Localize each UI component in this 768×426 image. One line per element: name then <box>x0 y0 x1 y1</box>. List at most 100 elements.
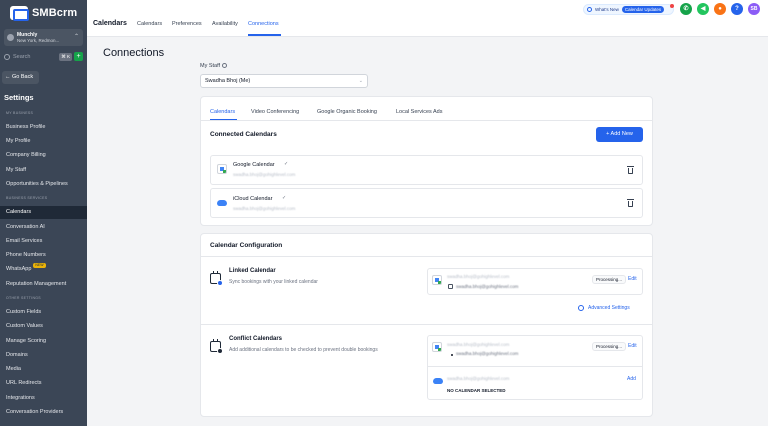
sidebar-item-whatsapp[interactable]: WhatsAppNEW <box>0 263 87 276</box>
connected-calendar-row: Google Calendar ✓ swadha.bhoj@gohighleve… <box>210 155 643 185</box>
tab-video-conferencing[interactable]: Video Conferencing <box>251 109 299 115</box>
brand-logo[interactable]: SMBcrm <box>10 6 78 21</box>
help-button[interactable]: ? <box>731 3 743 15</box>
page-section-title: Calendars <box>93 20 127 27</box>
edit-conflict-button[interactable]: Edit <box>628 343 637 349</box>
tab-connections[interactable]: Connections <box>248 21 279 27</box>
calendar-email: swadha.bhoj@gohighlevel.com <box>233 206 296 211</box>
whats-new-label: What's New <box>595 7 619 12</box>
sidebar-item-conversation-providers[interactable]: Conversation Providers <box>0 406 87 419</box>
logo-icon <box>10 6 29 21</box>
new-badge: NEW <box>33 263 46 268</box>
sidebar-item-integrations[interactable]: Integrations <box>0 392 87 405</box>
edit-linked-button[interactable]: Edit <box>628 276 637 282</box>
sidebar-item-my-profile[interactable]: My Profile <box>0 135 87 148</box>
phone-button[interactable]: ✆ <box>680 3 692 15</box>
sidebar-search[interactable]: Search ⌘ K + <box>2 51 83 62</box>
calendar-name: iCloud Calendar <box>233 196 273 202</box>
linked-calendar-title: Linked Calendar <box>229 268 276 274</box>
tab-calendars-sub[interactable]: Calendars <box>210 109 235 115</box>
check-icon: ✓ <box>282 195 287 201</box>
sidebar-item-media[interactable]: Media <box>0 363 87 376</box>
trash-icon[interactable] <box>627 199 634 207</box>
staff-select[interactable]: Swadha Bhoj (Me) ⌄ <box>200 74 368 88</box>
sidebar-item-manage-scoring[interactable]: Manage Scoring <box>0 335 87 348</box>
sidebar-item-company-billing[interactable]: Company Billing <box>0 149 87 162</box>
calendar-icon <box>448 284 453 289</box>
search-placeholder: Search <box>13 53 31 60</box>
gear-icon <box>578 305 584 311</box>
location-address: New York, Redmon... <box>17 37 60 43</box>
processing-status: Processing... <box>592 342 627 351</box>
add-conflict-button[interactable]: Add <box>627 376 636 382</box>
conflict-calendar-email: swadha.bhoj@gohighlevel.com <box>456 351 519 356</box>
settings-title: Settings <box>4 93 34 102</box>
tab-availability[interactable]: Availability <box>212 21 238 27</box>
chevron-down-icon: ⌄ <box>358 78 363 84</box>
add-new-button[interactable]: + Add New <box>596 127 643 142</box>
notifications-button[interactable]: ● <box>714 3 726 15</box>
sidebar-item-my-staff[interactable]: My Staff <box>0 164 87 177</box>
sidebar-item-email-services[interactable]: Email Services <box>0 235 87 248</box>
active-subtab-indicator <box>210 119 237 120</box>
megaphone-button[interactable]: ◀ <box>697 3 709 15</box>
search-icon <box>4 53 10 60</box>
tab-preferences[interactable]: Preferences <box>172 21 202 27</box>
whats-new-pill[interactable]: What's New Calendar Updates <box>583 4 674 15</box>
icloud-account: swadha.bhoj@gohighlevel.com <box>447 376 510 381</box>
section-business-services: BUSINESS SERVICES <box>6 196 48 200</box>
megaphone-icon <box>587 7 592 12</box>
advanced-settings-link[interactable]: Advanced Settings <box>588 305 630 311</box>
divider <box>428 366 642 367</box>
quick-add-button[interactable]: + <box>74 52 83 61</box>
bullet <box>451 354 453 356</box>
linked-calendar-box: swadha.bhoj@gohighlevel.com swadha.bhoj@… <box>427 268 643 295</box>
notification-dot <box>670 4 674 8</box>
sidebar: SMBcrm Munchly New York, Redmon... ⌃ Sea… <box>0 0 87 426</box>
section-other-settings: OTHER SETTINGS <box>6 296 41 300</box>
tab-google-organic-booking[interactable]: Google Organic Booking <box>317 109 377 115</box>
bell-icon: ● <box>718 6 722 12</box>
divider <box>201 256 652 257</box>
sync-icon <box>217 280 223 286</box>
chevron-updown-icon: ⌃ <box>73 34 79 40</box>
sidebar-item-conversation-ai[interactable]: Conversation AI <box>0 221 87 234</box>
conflict-calendars-desc: Add additional calendars to be checked t… <box>229 347 378 353</box>
conflict-calendars-title: Conflict Calendars <box>229 336 283 342</box>
trash-icon[interactable] <box>627 166 634 174</box>
google-calendar-icon <box>432 342 442 352</box>
sidebar-item-phone-numbers[interactable]: Phone Numbers <box>0 249 87 262</box>
sidebar-item-custom-fields[interactable]: Custom Fields <box>0 306 87 319</box>
tab-local-services-ads[interactable]: Local Services Ads <box>396 109 442 115</box>
my-staff-label: My Staff <box>200 63 228 69</box>
location-switcher[interactable]: Munchly New York, Redmon... ⌃ <box>4 29 83 46</box>
sidebar-item-url-redirects[interactable]: URL Redirects <box>0 377 87 390</box>
conflict-account: swadha.bhoj@gohighlevel.com <box>447 342 510 347</box>
sidebar-item-reputation[interactable]: Reputation Management <box>0 278 87 291</box>
sidebar-item-business-profile[interactable]: Business Profile <box>0 121 87 134</box>
processing-status: Processing... <box>592 275 627 284</box>
calendar-name: Google Calendar <box>233 162 275 168</box>
connected-calendars-title: Connected Calendars <box>210 131 277 138</box>
google-calendar-icon <box>432 275 442 285</box>
no-calendar-selected: NO CALENDAR SELECTED <box>447 388 506 393</box>
active-tab-indicator <box>248 34 281 36</box>
section-my-business: MY BUSINESS <box>6 111 34 115</box>
check-icon: ✓ <box>284 161 289 167</box>
conflict-calendars-box: swadha.bhoj@gohighlevel.com swadha.bhoj@… <box>427 335 643 400</box>
sidebar-item-calendars[interactable]: Calendars <box>0 206 87 219</box>
conflict-icon <box>217 348 223 354</box>
icloud-icon <box>217 200 227 206</box>
page-title: Connections <box>103 47 165 59</box>
divider <box>201 324 652 325</box>
tab-calendars[interactable]: Calendars <box>137 21 162 27</box>
calendar-email: swadha.bhoj@gohighlevel.com <box>233 172 296 177</box>
go-back-button[interactable]: ← Go Back <box>2 71 39 84</box>
brand-name: SMBcrm <box>32 7 78 19</box>
sidebar-item-custom-values[interactable]: Custom Values <box>0 320 87 333</box>
google-calendar-icon <box>217 164 227 174</box>
sidebar-item-opportunities[interactable]: Opportunities & Pipelines <box>0 178 87 191</box>
avatar[interactable]: SB <box>748 3 760 15</box>
connected-calendar-row: iCloud Calendar ✓ swadha.bhoj@gohighleve… <box>210 188 643 218</box>
sidebar-item-domains[interactable]: Domains <box>0 349 87 362</box>
